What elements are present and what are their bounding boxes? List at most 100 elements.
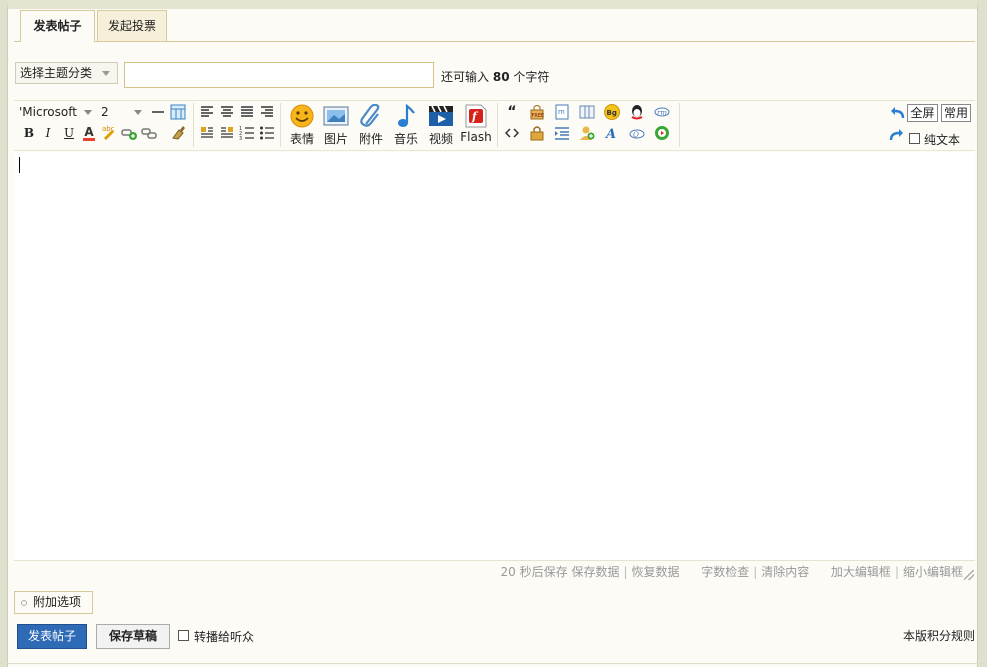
table-icon[interactable] — [170, 104, 186, 120]
italic-icon[interactable]: I — [40, 125, 56, 141]
horizontal-rule-icon[interactable] — [150, 104, 166, 120]
editor-content-area[interactable] — [14, 152, 975, 560]
float-right-icon[interactable] — [219, 124, 235, 140]
fullscreen-button[interactable]: 全屏 — [907, 104, 938, 122]
font-size-value: 2 — [101, 105, 109, 119]
char-count-suffix: 个字符 — [513, 70, 550, 84]
restore-data-link[interactable]: 恢复数据 — [632, 565, 680, 579]
redo-icon[interactable] — [889, 127, 905, 143]
font-size-select[interactable]: 2 — [101, 104, 145, 121]
svg-text:A: A — [604, 127, 616, 141]
bullet-icon — [21, 599, 27, 606]
common-button[interactable]: 常用 — [941, 104, 971, 122]
columns-icon[interactable] — [579, 104, 595, 120]
video-button[interactable]: 视频 — [425, 104, 457, 147]
broadcast-label: 转播给听众 — [194, 630, 255, 644]
svg-text:rm: rm — [657, 109, 667, 117]
video-label: 视频 — [428, 132, 453, 146]
ordered-list-icon[interactable]: 123 — [239, 124, 255, 142]
tab-divider — [14, 41, 975, 42]
free-tag-icon[interactable]: FREE — [529, 104, 545, 120]
resize-handle-icon[interactable] — [964, 570, 974, 580]
qq-icon[interactable] — [629, 104, 645, 120]
bottom-divider — [0, 663, 987, 664]
toolbar-separator — [193, 103, 194, 147]
subject-input[interactable] — [124, 62, 434, 88]
plaintext-label: 纯文本 — [924, 133, 961, 147]
chevron-down-icon — [84, 110, 92, 115]
remove-link-icon[interactable] — [141, 125, 157, 141]
float-left-icon[interactable] — [199, 124, 215, 140]
music-label: 音乐 — [393, 132, 418, 146]
align-justify-icon[interactable] — [239, 104, 255, 120]
smiley-label: 表情 — [289, 132, 314, 146]
bold-icon[interactable]: B — [21, 125, 37, 141]
insert-link-icon[interactable] — [121, 125, 137, 141]
page-break-icon[interactable]: m — [554, 104, 570, 120]
align-center-icon[interactable] — [219, 104, 235, 120]
music-note-icon — [393, 103, 419, 128]
toolbar-separator — [497, 103, 498, 147]
category-select-label: 选择主题分类 — [20, 66, 93, 80]
flash-button[interactable]: f Flash — [460, 104, 492, 144]
credit-rules-link[interactable]: 本版积分规则 — [903, 627, 975, 644]
code-icon[interactable] — [504, 125, 520, 141]
paperclip-icon — [358, 103, 384, 128]
chevron-down-icon — [134, 110, 142, 115]
save-data-link[interactable]: 保存数据 — [571, 565, 619, 579]
font-style-icon[interactable]: A — [604, 125, 620, 142]
svg-text:3: 3 — [239, 136, 242, 140]
word-check-link[interactable]: 字数检查 — [701, 565, 749, 579]
text-caret — [19, 157, 20, 173]
quote-icon[interactable]: “ — [504, 104, 520, 120]
char-count-value: 80 — [492, 70, 510, 84]
extra-options-toggle[interactable]: 附加选项 — [14, 591, 93, 614]
plaintext-checkbox[interactable] — [909, 133, 920, 144]
lock-icon[interactable] — [529, 125, 545, 141]
image-label: 图片 — [323, 132, 348, 146]
font-family-value: 'Microsoft — [19, 105, 77, 119]
media-player-icon[interactable] — [654, 125, 670, 141]
toolbar-separator — [679, 103, 680, 147]
char-count: 还可输入 80 个字符 — [441, 68, 549, 85]
attachment-button[interactable]: 附件 — [355, 103, 387, 147]
indent-icon[interactable] — [554, 125, 570, 141]
smiley-icon — [289, 104, 315, 128]
add-user-icon[interactable] — [579, 125, 595, 141]
font-family-select[interactable]: 'Microsoft — [19, 104, 95, 121]
submit-post-button[interactable]: 发表帖子 — [17, 624, 87, 649]
chevron-down-icon — [102, 71, 110, 76]
realmedia-icon[interactable]: rm — [654, 104, 670, 120]
clear-content-link[interactable]: 清除内容 — [761, 565, 809, 579]
music-button[interactable]: 音乐 — [390, 103, 422, 147]
underline-icon[interactable]: U — [61, 125, 77, 141]
attachment-label: 附件 — [358, 132, 383, 146]
unordered-list-icon[interactable] — [259, 124, 275, 140]
highlight-icon[interactable]: abc — [101, 124, 117, 141]
autosave-countdown: 20 秒后保存 — [500, 565, 568, 579]
flash-icon: f — [463, 104, 489, 128]
text-color-icon[interactable]: A — [81, 124, 97, 141]
align-right-icon[interactable] — [259, 104, 275, 120]
tab-new-thread[interactable]: 发表帖子 — [20, 10, 95, 42]
clear-format-icon[interactable] — [170, 124, 186, 140]
extra-options-label: 附加选项 — [33, 595, 82, 609]
tab-new-poll[interactable]: 发起投票 — [97, 10, 167, 41]
editor-statusbar: 20 秒后保存 保存数据 | 恢复数据 字数检查 | 清除内容 加大编辑框 | 缩小编辑框 — [14, 560, 975, 581]
shrink-editor-link[interactable]: 缩小编辑框 — [903, 565, 963, 579]
image-button[interactable]: 图片 — [320, 104, 352, 147]
toolbar-separator — [280, 103, 281, 147]
svg-text:FREE: FREE — [532, 113, 545, 119]
category-select[interactable]: 选择主题分类 — [15, 62, 118, 84]
video-clapper-icon — [428, 104, 454, 128]
qq-video-icon[interactable]: Q — [629, 125, 645, 141]
bg-music-icon[interactable]: Bg — [604, 104, 620, 120]
smiley-button[interactable]: 表情 — [286, 104, 318, 147]
statusbar-links: 20 秒后保存 保存数据 | 恢复数据 字数检查 | 清除内容 加大编辑框 | 缩小编辑框 — [500, 565, 963, 579]
enlarge-editor-link[interactable]: 加大编辑框 — [831, 565, 891, 579]
undo-icon[interactable] — [889, 105, 905, 121]
save-draft-button[interactable]: 保存草稿 — [96, 624, 170, 649]
broadcast-checkbox[interactable] — [178, 630, 189, 641]
char-count-prefix: 还可输入 — [441, 70, 490, 84]
align-left-icon[interactable] — [199, 104, 215, 120]
